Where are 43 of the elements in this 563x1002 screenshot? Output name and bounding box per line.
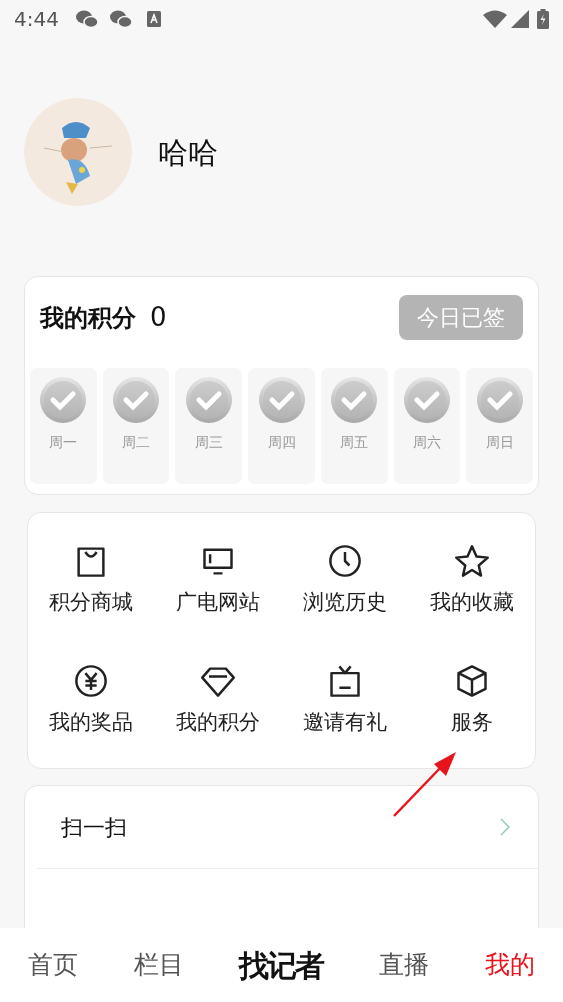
day-label: 周五 [340, 433, 369, 452]
feature-label[interactable]: 邀请有礼 [302, 706, 387, 738]
battery-icon [537, 9, 549, 29]
check-icon [39, 376, 88, 424]
chevron-right-icon [500, 818, 510, 836]
logo-tab[interactable]: 找记者 [239, 942, 324, 988]
feature-label[interactable]: 积分商城 [49, 587, 134, 619]
chat-icon [74, 9, 99, 29]
feature-label[interactable]: 我的积分 [176, 706, 261, 738]
user-name: 哈哈 [158, 133, 218, 172]
feature-label[interactable]: 我的奖品 [49, 706, 134, 738]
nav-tab[interactable]: 栏目 [133, 946, 184, 984]
day-label: 周六 [412, 433, 441, 452]
nav-tab[interactable]: 直播 [379, 946, 430, 984]
day-label: 周一 [49, 433, 78, 452]
check-icon [112, 376, 161, 424]
menu-item[interactable]: 扫一扫 [61, 810, 500, 844]
keyboard-icon [146, 11, 161, 27]
day-label: 周四 [267, 433, 296, 452]
arrow [392, 750, 458, 818]
clock-icon[interactable] [326, 543, 363, 579]
check-icon [402, 376, 451, 424]
nav-tab[interactable]: 首页 [27, 946, 78, 984]
day-label: 周三 [194, 433, 223, 452]
feature-label[interactable]: 我的收藏 [429, 587, 514, 619]
check-icon [257, 376, 306, 424]
points-value: 0 [150, 301, 167, 334]
star-icon[interactable] [453, 543, 490, 579]
check-icon [184, 376, 233, 424]
status-time: 4:44 [14, 6, 59, 33]
nav-tab[interactable]: 我的 [485, 946, 536, 984]
check-icon [330, 376, 379, 424]
feature-label[interactable]: 服务 [450, 706, 493, 738]
feature-label[interactable]: 浏览历史 [302, 587, 387, 619]
yen-icon[interactable] [73, 662, 110, 699]
day-label: 周二 [122, 433, 151, 452]
signal-icon [511, 10, 529, 28]
wifi-icon [483, 10, 507, 28]
check-icon [475, 376, 524, 424]
feature-label[interactable]: 广电网站 [176, 587, 261, 619]
day-label: 周日 [485, 433, 514, 452]
chat-icon [108, 9, 133, 29]
points-title: 我的积分 [39, 302, 136, 334]
